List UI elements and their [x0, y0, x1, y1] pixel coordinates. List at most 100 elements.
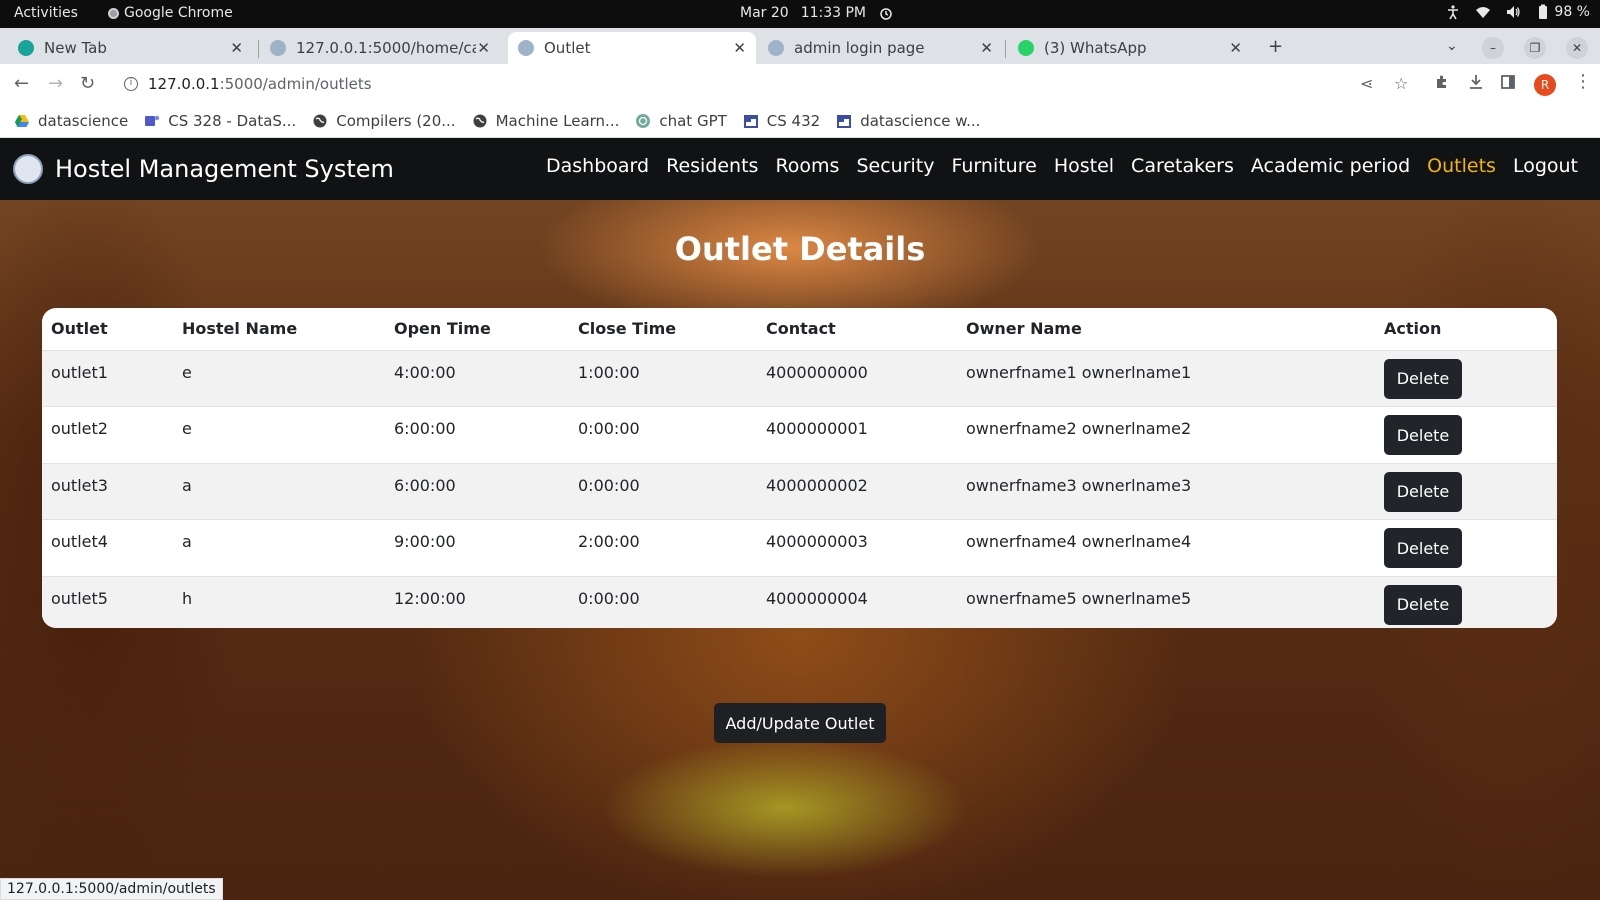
url-host: 127.0.0.1: [148, 75, 220, 93]
site-navbar: Hostel Management System Dashboard Resid…: [0, 138, 1600, 200]
site-favicon-icon: [270, 40, 286, 56]
bookmark-datascience[interactable]: datascience: [14, 112, 128, 130]
tab-admin-login[interactable]: admin login page ✕: [758, 32, 1003, 64]
delete-button[interactable]: Delete: [1384, 358, 1462, 399]
bookmark-compilers[interactable]: Compilers (20...: [312, 111, 456, 130]
nav-link-outlets[interactable]: Outlets: [1427, 155, 1496, 177]
cell-outlet: outlet4: [42, 519, 173, 577]
bookmark-label: Compilers (20...: [336, 111, 456, 130]
chrome-icon: [108, 7, 119, 19]
drive-icon: [15, 114, 29, 127]
cell-outlet: outlet1: [42, 350, 173, 408]
app-menu[interactable]: Google Chrome: [108, 5, 233, 21]
nav-link-hostel[interactable]: Hostel: [1054, 155, 1114, 177]
nav-links: Dashboard Residents Rooms Security Furni…: [546, 155, 1578, 177]
outlet-table-card: Outlet Hostel Name Open Time Close Time …: [42, 308, 1557, 628]
site-info-icon[interactable]: i: [124, 77, 138, 91]
column-header-open-time: Open Time: [385, 308, 569, 351]
extensions-puzzle-icon[interactable]: [1434, 74, 1450, 90]
nav-link-furniture[interactable]: Furniture: [952, 155, 1037, 177]
cell-action: Delete: [1375, 463, 1557, 521]
bookmark-machine-learning[interactable]: Machine Learn...: [472, 112, 619, 130]
new-tab-plus-icon[interactable]: +: [1268, 36, 1283, 57]
cell-outlet: outlet3: [42, 463, 173, 521]
side-panel-icon[interactable]: [1500, 74, 1516, 90]
nav-link-dashboard[interactable]: Dashboard: [546, 155, 649, 177]
tab-strip: New Tab ✕ 127.0.0.1:5000/home/care ✕ Out…: [0, 28, 1600, 64]
bookmark-star-icon[interactable]: ☆: [1394, 74, 1408, 93]
tab-title: admin login page: [794, 39, 925, 57]
clock[interactable]: Mar 20 11:33 PM: [740, 5, 894, 21]
alarm-icon: [880, 8, 892, 20]
cell-action: Delete: [1375, 576, 1557, 628]
browser-toolbar: ← → ↻ i 127.0.0.1 :5000/admin/outlets ⋖ …: [0, 64, 1600, 104]
delete-button[interactable]: Delete: [1384, 471, 1462, 512]
tab-whatsapp[interactable]: (3) WhatsApp ✕: [1008, 32, 1252, 64]
cell-action: Delete: [1375, 519, 1557, 577]
app-name: Google Chrome: [124, 5, 233, 21]
minimize-icon[interactable]: –: [1482, 37, 1504, 59]
close-tab-icon[interactable]: ✕: [733, 39, 746, 57]
forward-arrow-icon[interactable]: →: [48, 73, 63, 94]
delete-button[interactable]: Delete: [1384, 528, 1462, 569]
cell-owner-name: ownerfname2 ownerlname2: [957, 406, 1375, 464]
bookmark-chat-gpt[interactable]: chat GPT: [635, 112, 727, 130]
cell-action: Delete: [1375, 350, 1557, 408]
cell-close-time: 1:00:00: [569, 350, 757, 408]
table-row: outlet4 a 9:00:00 2:00:00 4000000003 own…: [42, 519, 1557, 577]
chrome-menu-icon[interactable]: ⋮: [1574, 71, 1592, 92]
site-brand[interactable]: Hostel Management System: [13, 154, 394, 184]
brand-title: Hostel Management System: [55, 155, 394, 183]
delete-button[interactable]: Delete: [1384, 415, 1462, 456]
reload-icon[interactable]: ↻: [80, 73, 95, 94]
back-arrow-icon[interactable]: ←: [14, 73, 29, 94]
system-top-bar: Activities Google Chrome Mar 20 11:33 PM…: [0, 0, 1600, 28]
cell-close-time: 0:00:00: [569, 576, 757, 628]
tab-title: (3) WhatsApp: [1044, 39, 1147, 57]
nav-link-rooms[interactable]: Rooms: [775, 155, 839, 177]
cell-hostel-name: h: [173, 576, 385, 628]
close-tab-icon[interactable]: ✕: [477, 39, 490, 57]
wifi-icon: [1476, 7, 1491, 18]
add-update-outlet-button[interactable]: Add/Update Outlet: [714, 703, 886, 743]
bookmark-cs328[interactable]: CS 328 - DataS...: [144, 112, 296, 130]
column-header-hostel-name: Hostel Name: [173, 308, 385, 351]
outlet-table: Outlet Hostel Name Open Time Close Time …: [42, 308, 1557, 628]
tab-outlet[interactable]: Outlet ✕: [508, 32, 756, 64]
nav-link-caretakers[interactable]: Caretakers: [1131, 155, 1234, 177]
page-title: Outlet Details: [674, 230, 926, 268]
nav-link-academic-period[interactable]: Academic period: [1251, 155, 1410, 177]
calendar-icon: [743, 114, 758, 128]
date-label: Mar 20: [740, 5, 789, 21]
address-bar[interactable]: i 127.0.0.1 :5000/admin/outlets: [114, 68, 1340, 100]
tab-search-chevron-icon[interactable]: ⌄: [1446, 38, 1458, 54]
close-tab-icon[interactable]: ✕: [230, 39, 243, 57]
nav-link-residents[interactable]: Residents: [666, 155, 758, 177]
close-window-icon[interactable]: ✕: [1566, 37, 1588, 59]
nav-link-security[interactable]: Security: [856, 155, 934, 177]
activities-button[interactable]: Activities: [14, 5, 78, 21]
tab-new-tab[interactable]: New Tab ✕: [8, 32, 253, 64]
bookmark-datascience-w[interactable]: datascience w...: [836, 112, 980, 130]
column-header-outlet: Outlet: [42, 308, 173, 351]
bookmark-cs432[interactable]: CS 432: [743, 112, 820, 130]
battery-percent: 98 %: [1554, 4, 1590, 20]
system-tray[interactable]: 98 %: [1445, 4, 1590, 20]
whatsapp-favicon-icon: [1018, 40, 1034, 56]
table-row: outlet2 e 6:00:00 0:00:00 4000000001 own…: [42, 406, 1557, 464]
tab-divider: [258, 40, 259, 58]
share-icon[interactable]: ⋖: [1360, 74, 1373, 93]
cell-outlet: outlet2: [42, 406, 173, 464]
cell-hostel-name: e: [173, 406, 385, 464]
download-icon[interactable]: [1468, 74, 1484, 90]
close-tab-icon[interactable]: ✕: [1229, 39, 1242, 57]
table-row: outlet5 h 12:00:00 0:00:00 4000000004 ow…: [42, 576, 1557, 628]
profile-avatar[interactable]: R: [1534, 74, 1556, 96]
nav-link-logout[interactable]: Logout: [1513, 155, 1578, 177]
delete-button[interactable]: Delete: [1384, 584, 1462, 625]
restore-icon[interactable]: ❐: [1524, 37, 1546, 59]
cell-close-time: 0:00:00: [569, 463, 757, 521]
tab-divider: [1005, 40, 1006, 58]
tab-home-care[interactable]: 127.0.0.1:5000/home/care ✕: [260, 32, 500, 64]
close-tab-icon[interactable]: ✕: [980, 39, 993, 57]
